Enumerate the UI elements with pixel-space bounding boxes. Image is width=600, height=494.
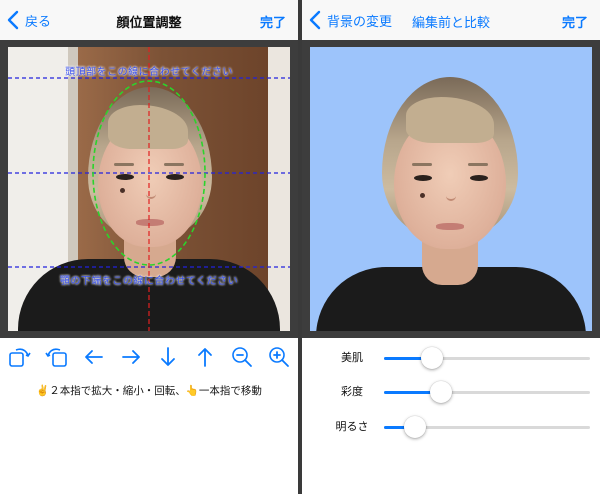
subject-eye-left [414,175,432,181]
slider-skin-track[interactable] [384,347,590,369]
subject-mole [420,193,425,198]
zoom-in-icon [269,347,289,367]
slider-saturation: 彩度 [302,377,600,407]
slider-skin: 美肌 [302,343,600,373]
rotate-left-icon [9,348,31,367]
left-nav-bar: 戻る 顔位置調整 完了 [0,0,298,40]
done-button[interactable]: 完了 [260,12,286,31]
change-background-button[interactable]: 背景の変更 [308,10,392,30]
photo-canvas[interactable]: 頭頂部をこの線に合わせてください 顎の下端をこの線に合わせてください [8,47,290,331]
right-nav-bar: 背景の変更 編集前と比較 完了 [302,0,600,40]
slider-brightness-track[interactable] [384,416,590,438]
zoom-in-button[interactable] [265,343,293,371]
adjust-toolbar [0,343,298,373]
zoom-out-button[interactable] [228,343,256,371]
arrow-left-icon [85,350,103,364]
rotate-right-button[interactable] [42,343,70,371]
rotate-left-button[interactable] [6,343,34,371]
photo-adjust-panel: 背景の変更 編集前と比較 完了 美肌 彩度 明るさ [302,0,600,494]
guide-bottom-text: 顎の下端をこの線に合わせてください [59,276,239,287]
move-left-button[interactable] [80,343,108,371]
chevron-left-icon [7,10,19,30]
done-button[interactable]: 完了 [562,12,588,31]
portrait-subject [310,47,592,331]
subject-mouth [436,223,464,230]
move-up-button[interactable] [191,343,219,371]
subject-eye-right [470,175,488,181]
slider-brightness-thumb[interactable] [404,416,427,438]
move-down-button[interactable] [154,343,182,371]
rotate-right-icon [45,348,67,367]
compare-button[interactable]: 編集前と比較 [412,12,500,31]
subject-nose [446,179,456,201]
face-position-panel: 戻る 顔位置調整 完了 頭頂部をこの線に合わせてください 顎の下端をこの線に合わ… [0,0,298,494]
photo-well: 頭頂部をこの線に合わせてください 顎の下端をこの線に合わせてください [0,40,298,338]
change-background-label: 背景の変更 [327,14,393,30]
slider-saturation-track[interactable] [384,381,590,403]
slider-saturation-label: 彩度 [341,385,363,398]
back-button[interactable]: 戻る [6,10,51,30]
alignment-guides [8,47,290,331]
guide-top-text: 頭頂部をこの線に合わせてください [65,67,233,78]
gesture-hint: ✌️２本指で拡大・縮小・回転、👆一本指で移動 [36,385,262,397]
subject-brow-left [412,163,432,166]
back-label: 戻る [25,14,52,30]
slider-brightness: 明るさ [302,412,600,442]
arrow-up-icon [198,348,212,367]
zoom-out-icon [232,347,252,367]
chevron-left-icon [309,10,321,30]
subject-brow-right [468,163,488,166]
move-right-button[interactable] [117,343,145,371]
arrow-down-icon [161,347,175,366]
slider-brightness-label: 明るさ [335,420,369,433]
edited-photo [310,47,592,331]
slider-saturation-thumb[interactable] [430,381,452,403]
slider-skin-label: 美肌 [341,351,363,364]
arrow-right-icon [122,350,140,364]
photo-well [302,40,600,338]
slider-skin-thumb[interactable] [420,347,443,369]
